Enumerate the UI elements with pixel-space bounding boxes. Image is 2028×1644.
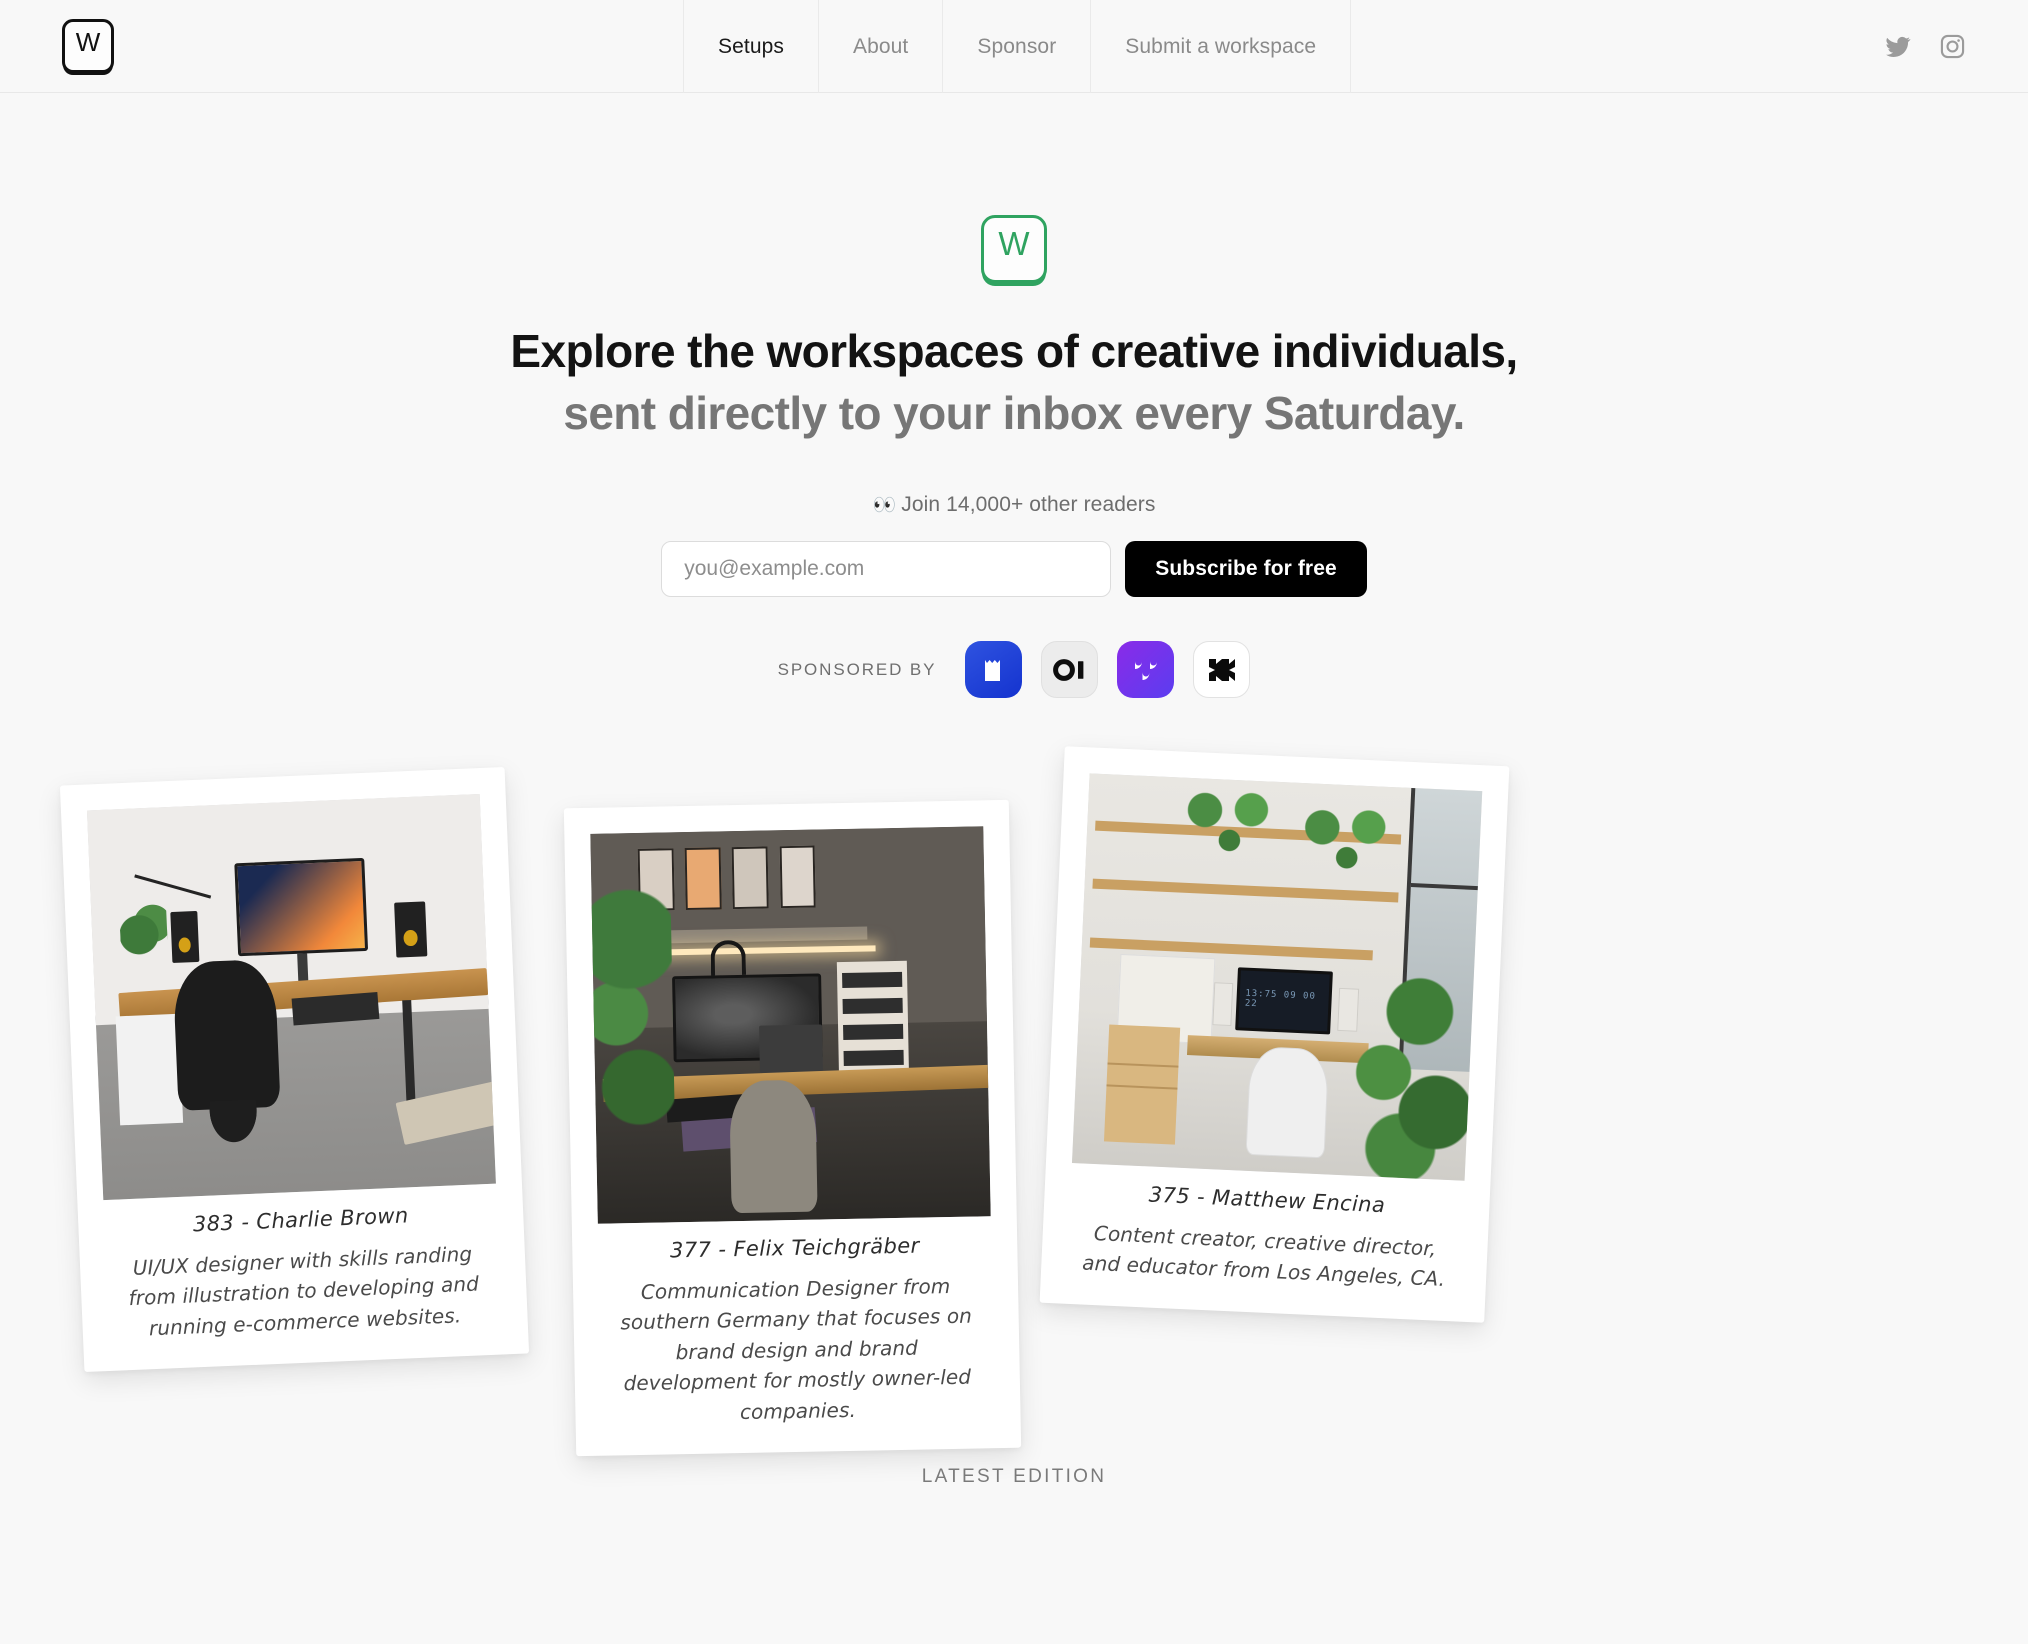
logo-letter: W bbox=[75, 27, 101, 57]
instagram-link[interactable] bbox=[1939, 33, 1966, 60]
headline-line-1: Explore the workspaces of creative indiv… bbox=[510, 325, 1518, 377]
sponsor-faces-logo[interactable] bbox=[1117, 641, 1175, 699]
workspace-card[interactable]: 377 - Felix Teichgräber Communication De… bbox=[563, 799, 1022, 1457]
eyes-icon: 👀 bbox=[872, 495, 897, 517]
hero-logo-icon: W bbox=[981, 215, 1047, 283]
faces-icon bbox=[1134, 660, 1157, 680]
social-links bbox=[1885, 0, 1966, 93]
email-field[interactable] bbox=[661, 541, 1112, 598]
workspace-title: 377 - Felix Teichgräber bbox=[669, 1233, 920, 1263]
x-icon bbox=[1208, 658, 1235, 681]
oi-icon bbox=[1053, 658, 1084, 681]
nav-item-submit-a-workspace[interactable]: Submit a workspace bbox=[1090, 0, 1352, 93]
headline-line-2: sent directly to your inbox every Saturd… bbox=[563, 386, 1465, 439]
twitter-icon bbox=[1885, 34, 1911, 60]
page-title: Explore the workspaces of creative indiv… bbox=[0, 325, 2028, 439]
hero-section: W Explore the workspaces of creative ind… bbox=[0, 93, 2028, 699]
workspace-photo-art bbox=[1071, 773, 1483, 1181]
sponsored-by-label: SPONSORED BY bbox=[777, 659, 937, 679]
workspace-caption: 383 - Charlie Brown UI/UX designer with … bbox=[103, 1184, 503, 1371]
workspace-description: UI/UX designer with skills randing from … bbox=[128, 1241, 480, 1341]
sponsor-x-logo[interactable] bbox=[1193, 641, 1251, 699]
workspace-caption: 375 - Matthew Encina Content creator, cr… bbox=[1066, 1163, 1465, 1321]
workspace-caption: 377 - Felix Teichgräber Communication De… bbox=[598, 1216, 995, 1455]
sponsors-row: SPONSORED BY bbox=[0, 641, 2028, 699]
workspace-photo bbox=[86, 794, 496, 1201]
instagram-icon bbox=[1939, 33, 1966, 60]
book-icon bbox=[984, 659, 1000, 681]
workspace-card[interactable]: 375 - Matthew Encina Content creator, cr… bbox=[1039, 746, 1510, 1323]
workspace-description: Communication Designer from southern Ger… bbox=[620, 1274, 973, 1424]
workspace-title: 383 - Charlie Brown bbox=[192, 1203, 410, 1237]
workspace-description: Content creator, creative director, and … bbox=[1081, 1221, 1446, 1292]
workspace-title: 375 - Matthew Encina bbox=[1148, 1182, 1386, 1218]
sponsor-bookface-logo[interactable] bbox=[965, 641, 1023, 699]
nav-item-sponsor[interactable]: Sponsor bbox=[942, 0, 1092, 93]
sponsor-oi-logo[interactable] bbox=[1041, 641, 1099, 699]
workspaces-logo-icon: W bbox=[62, 19, 114, 73]
readers-count: 👀 Join 14,000+ other readers bbox=[0, 493, 2028, 517]
workspace-photo bbox=[590, 826, 991, 1224]
workspace-photo-art bbox=[590, 826, 991, 1224]
latest-edition-label: LATEST EDITION bbox=[921, 1466, 1107, 1488]
brand-home-link[interactable]: W bbox=[62, 19, 114, 73]
workspace-card[interactable]: 383 - Charlie Brown UI/UX designer with … bbox=[59, 766, 530, 1373]
nav-item-setups[interactable]: Setups bbox=[683, 0, 819, 93]
subscribe-button[interactable]: Subscribe for free bbox=[1125, 541, 1367, 598]
workspace-photo-art bbox=[86, 794, 496, 1201]
twitter-link[interactable] bbox=[1885, 34, 1911, 60]
workspace-photo bbox=[1071, 773, 1483, 1181]
nav-item-about[interactable]: About bbox=[817, 0, 944, 93]
site-header: W Setups About Sponsor Submit a workspac… bbox=[0, 0, 2028, 93]
workspace-cards: 383 - Charlie Brown UI/UX designer with … bbox=[0, 746, 2028, 1487]
readers-count-label: Join 14,000+ other readers bbox=[901, 493, 1156, 517]
subscribe-form: Subscribe for free bbox=[0, 541, 2028, 598]
main-navigation: Setups About Sponsor Submit a workspace bbox=[683, 0, 1352, 93]
hero-logo-letter: W bbox=[998, 225, 1030, 262]
